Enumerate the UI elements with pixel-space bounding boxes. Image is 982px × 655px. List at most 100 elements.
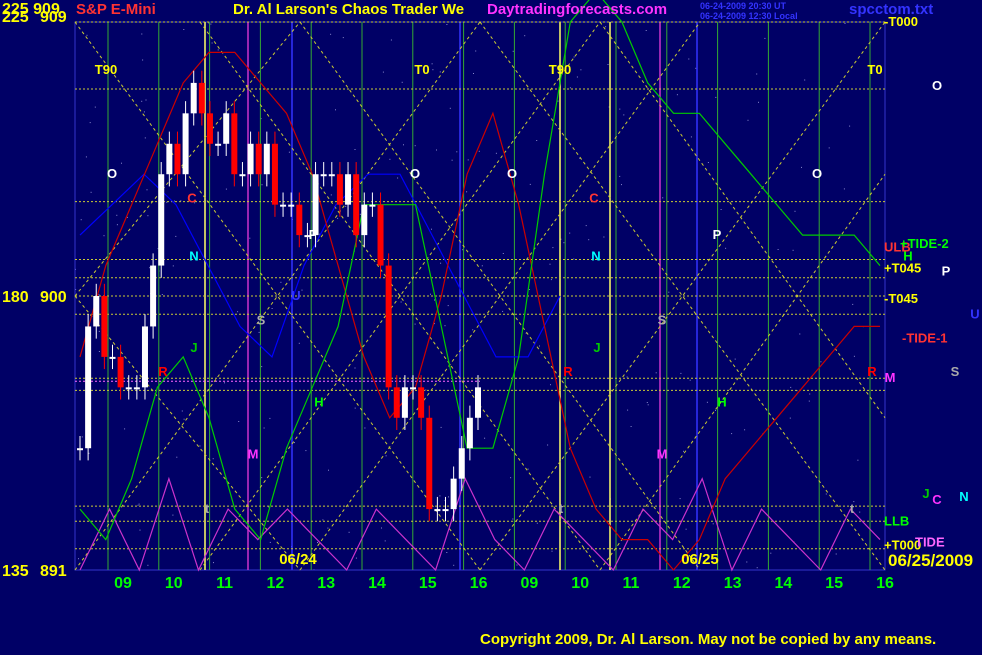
- star-dot: [820, 361, 822, 363]
- star-dot: [98, 351, 100, 352]
- star-dot: [524, 35, 526, 37]
- star-dot: [269, 417, 271, 419]
- price-bar: [328, 174, 335, 177]
- star-dot: [213, 562, 214, 564]
- price-bar: [271, 143, 278, 205]
- star-dot: [685, 528, 687, 530]
- star-dot: [355, 557, 357, 559]
- hour-tick-label: 15: [419, 575, 437, 592]
- magenta-flux-curve: [79, 476, 881, 572]
- price-bar: [353, 174, 360, 236]
- planet-marker: R: [563, 364, 573, 379]
- star-dot: [440, 262, 442, 264]
- star-dot: [414, 323, 416, 325]
- star-dot: [425, 389, 427, 391]
- star-dot: [263, 427, 265, 429]
- price-bar: [101, 296, 108, 357]
- star-dot: [149, 267, 151, 269]
- star-dot: [86, 34, 88, 36]
- star-dot: [569, 87, 571, 89]
- planet-marker: t: [559, 501, 564, 516]
- star-dot: [172, 265, 174, 267]
- price-bar: [280, 204, 287, 207]
- star-dot: [330, 194, 332, 196]
- planet-marker: O: [932, 78, 942, 93]
- star-dot: [536, 522, 538, 524]
- hour-tick-label: 12: [267, 575, 285, 592]
- star-dot: [536, 140, 538, 141]
- star-dot: [551, 550, 553, 552]
- lattice-diagonal: [74, 295, 301, 571]
- star-dot: [238, 421, 240, 422]
- star-dot: [744, 429, 746, 431]
- star-dot: [183, 29, 185, 30]
- price-bar: [223, 113, 230, 144]
- star-dot: [550, 279, 552, 281]
- star-dot: [269, 541, 271, 543]
- price-bar: [434, 509, 441, 512]
- star-dot: [381, 527, 382, 529]
- price-bar: [77, 448, 83, 451]
- price-bar: [361, 204, 368, 236]
- star-dot: [756, 73, 758, 75]
- star-dot: [401, 81, 403, 83]
- price-bar: [190, 82, 197, 114]
- planet-marker: P: [713, 227, 722, 242]
- star-dot: [126, 216, 128, 218]
- price-bar: [410, 387, 417, 390]
- price-bar: [263, 143, 270, 175]
- star-dot: [808, 400, 810, 402]
- star-dot: [444, 325, 446, 327]
- price-bar: [141, 326, 148, 388]
- star-dot: [116, 214, 118, 216]
- timestamp-local: 06-24-2009 12:30 Local: [700, 11, 798, 21]
- star-dot: [98, 330, 100, 332]
- star-dot: [794, 210, 796, 212]
- star-dot: [516, 564, 518, 566]
- price-bar: [466, 417, 473, 449]
- star-dot: [828, 147, 830, 149]
- star-dot: [145, 99, 147, 101]
- price-bar: [255, 143, 262, 175]
- star-dot: [440, 426, 442, 428]
- star-dot: [211, 42, 213, 44]
- star-dot: [147, 564, 149, 566]
- star-dot: [764, 37, 766, 39]
- top-phase-label: T90: [95, 62, 117, 77]
- star-dot: [605, 26, 607, 28]
- planet-marker: O: [410, 166, 420, 181]
- price-bar: [117, 356, 124, 388]
- star-dot: [563, 242, 565, 244]
- price-bar: [296, 204, 303, 236]
- star-dot: [770, 552, 772, 554]
- star-dot: [439, 495, 441, 497]
- star-dot: [539, 345, 540, 347]
- star-dot: [337, 217, 339, 219]
- star-dot: [746, 561, 748, 563]
- star-dot: [400, 301, 402, 303]
- star-dot: [322, 519, 324, 521]
- star-dot: [103, 235, 105, 237]
- star-dot: [655, 372, 657, 374]
- star-dot: [859, 511, 861, 513]
- price-bar: [369, 204, 376, 207]
- star-dot: [512, 518, 514, 520]
- star-dot: [706, 401, 708, 403]
- star-dot: [446, 552, 448, 553]
- price-bar: [312, 174, 319, 236]
- price-bar: [150, 265, 157, 327]
- star-dot: [330, 33, 332, 35]
- planet-marker: U: [291, 288, 300, 303]
- price-bar: [288, 204, 295, 207]
- top-phase-label: T0: [867, 62, 882, 77]
- price-bar: [215, 143, 222, 146]
- planet-marker: M: [657, 446, 668, 461]
- star-dot: [481, 265, 483, 267]
- star-dot: [384, 540, 386, 542]
- planet-marker: C: [187, 191, 197, 206]
- star-dot: [731, 433, 733, 435]
- planet-marker: P: [942, 264, 951, 279]
- price-bar: [158, 174, 165, 266]
- hour-tick-label: 11: [216, 575, 233, 592]
- hour-tick-label: 13: [724, 575, 742, 592]
